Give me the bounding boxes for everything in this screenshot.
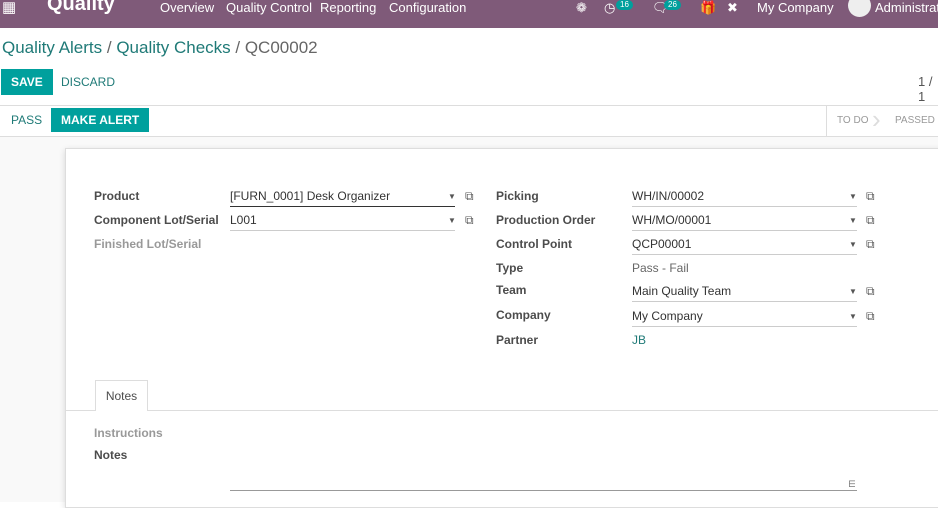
external-link-icon[interactable]: ⧉ bbox=[866, 284, 875, 299]
pager: 1 / 1 bbox=[918, 74, 933, 104]
user-menu[interactable]: Administrator bbox=[875, 0, 938, 15]
stage-arrow-icon: › bbox=[872, 104, 881, 134]
external-link-icon[interactable]: ⧉ bbox=[465, 189, 474, 204]
dropdown-caret-icon[interactable]: ▼ bbox=[849, 216, 857, 225]
dropdown-caret-icon[interactable]: ▼ bbox=[448, 192, 456, 201]
external-link-icon[interactable]: ⧉ bbox=[866, 189, 875, 204]
external-link-icon[interactable]: ⧉ bbox=[465, 213, 474, 228]
debug-bug-icon[interactable]: ❁ bbox=[576, 0, 587, 15]
make-alert-button[interactable]: MAKE ALERT bbox=[51, 108, 150, 132]
activity-badge: 16 bbox=[616, 0, 633, 10]
messages-badge: 26 bbox=[664, 0, 681, 10]
dropdown-caret-icon[interactable]: ▼ bbox=[849, 312, 857, 321]
dropdown-caret-icon[interactable]: ▼ bbox=[849, 287, 857, 296]
menu-quality-control[interactable]: Quality Control bbox=[226, 0, 312, 15]
external-link-icon[interactable]: ⧉ bbox=[866, 309, 875, 324]
component-lot-field[interactable]: L001 bbox=[230, 211, 455, 231]
team-label: Team bbox=[496, 283, 527, 297]
dropdown-caret-icon[interactable]: ▼ bbox=[849, 240, 857, 249]
type-value: Pass - Fail bbox=[632, 261, 689, 275]
company-switcher[interactable]: My Company bbox=[757, 0, 834, 15]
top-navbar: ▦ Quality Overview Quality Control Repor… bbox=[0, 0, 938, 28]
menu-overview[interactable]: Overview bbox=[160, 0, 214, 15]
stage-to-do[interactable]: TO DO bbox=[837, 106, 868, 136]
activity-clock-icon[interactable]: ◷ bbox=[604, 0, 615, 15]
dropdown-caret-icon[interactable]: ▼ bbox=[448, 216, 456, 225]
dropdown-caret-icon[interactable]: ▼ bbox=[849, 192, 857, 201]
breadcrumb-current: QC00002 bbox=[244, 38, 318, 57]
gift-icon[interactable]: 🎁 bbox=[700, 0, 716, 15]
product-label: Product bbox=[94, 189, 140, 203]
company-field[interactable]: My Company bbox=[632, 307, 857, 327]
user-avatar[interactable] bbox=[848, 0, 871, 17]
component-lot-label: Component Lot/Serial bbox=[94, 213, 219, 227]
breadcrumb-quality-alerts[interactable]: Quality Alerts bbox=[2, 38, 102, 57]
notes-label: Notes bbox=[94, 448, 128, 462]
tools-icon[interactable]: ✖ bbox=[727, 0, 738, 15]
save-button[interactable]: SAVE bbox=[1, 69, 53, 95]
production-order-field[interactable]: WH/MO/00001 bbox=[632, 211, 857, 231]
external-link-icon[interactable]: ⧉ bbox=[866, 237, 875, 252]
apps-menu-icon[interactable]: ▦ bbox=[2, 0, 16, 15]
partner-link[interactable]: JB bbox=[632, 331, 857, 351]
picking-label: Picking bbox=[496, 189, 539, 203]
discard-button[interactable]: DISCARD bbox=[51, 69, 125, 95]
type-label: Type bbox=[496, 261, 524, 275]
product-field[interactable]: [FURN_0001] Desk Organizer bbox=[230, 187, 455, 207]
external-link-icon[interactable]: ⧉ bbox=[866, 213, 875, 228]
tab-notes[interactable]: Notes bbox=[95, 380, 148, 411]
pass-button[interactable]: PASS bbox=[1, 107, 52, 133]
app-title: Quality bbox=[47, 0, 115, 15]
finished-lot-label: Finished Lot/Serial bbox=[94, 237, 202, 251]
menu-configuration[interactable]: Configuration bbox=[389, 0, 466, 15]
control-point-field[interactable]: QCP00001 bbox=[632, 235, 857, 255]
company-label: Company bbox=[496, 308, 551, 322]
menu-reporting[interactable]: Reporting bbox=[320, 0, 376, 15]
breadcrumb-quality-checks[interactable]: Quality Checks bbox=[116, 38, 230, 57]
notes-textarea[interactable]: ⋿ bbox=[230, 460, 857, 491]
stage-passed[interactable]: PASSED bbox=[895, 106, 935, 136]
partner-label: Partner bbox=[496, 333, 539, 347]
control-point-label: Control Point bbox=[496, 237, 572, 251]
resize-handle-icon[interactable]: ⋿ bbox=[848, 479, 856, 490]
breadcrumb: Quality Alerts / Quality Checks / QC0000… bbox=[2, 38, 318, 57]
team-field[interactable]: Main Quality Team bbox=[632, 282, 857, 302]
instructions-label: Instructions bbox=[94, 426, 163, 440]
production-order-label: Production Order bbox=[496, 213, 596, 227]
picking-field[interactable]: WH/IN/00002 bbox=[632, 187, 857, 207]
